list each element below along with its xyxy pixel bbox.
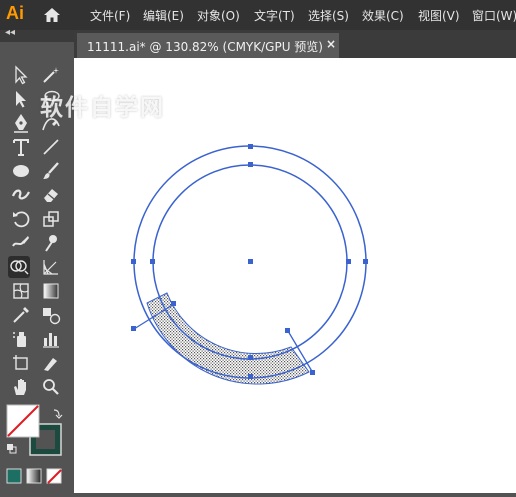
document-tab-bar: 11111.ai* @ 130.82% (CMYK/GPU 预览) × [74,30,516,58]
shaper-tool-icon[interactable] [10,184,32,206]
menu-object[interactable]: 对象(O) [197,7,240,24]
slice-tool-icon[interactable] [40,352,62,374]
curvature-tool-icon[interactable] [40,112,62,134]
ellipse-tool-icon[interactable] [10,160,32,182]
gradient-tool-icon[interactable] [40,280,62,302]
app-logo: Ai [6,3,24,23]
tools-panel-header[interactable]: ◂◂ [0,27,74,42]
lasso-tool-icon[interactable] [40,88,62,110]
eyedropper-tool-icon[interactable] [10,304,32,326]
menu-edit[interactable]: 编辑(E) [143,7,184,24]
menu-window[interactable]: 窗口(W) [472,7,516,24]
menu-type[interactable]: 文字(T) [254,7,295,24]
gradient-mode-button [26,468,42,484]
fill-stroke-widget[interactable] [6,404,66,464]
home-icon[interactable] [43,6,61,24]
menu-bar: Ai 文件(F) 编辑(E) 对象(O) 文字(T) 选择(S) 效果(C) 视… [0,0,516,30]
mesh-tool-icon[interactable] [10,280,32,302]
perspective-grid-tool-icon[interactable] [40,256,62,278]
warp-tool-icon[interactable] [10,232,32,254]
eraser-tool-icon[interactable] [40,184,62,206]
blend-tool-icon[interactable] [40,304,62,326]
tools-panel: ◂◂ [0,27,74,493]
paintbrush-tool-icon[interactable] [40,160,62,182]
menu-file[interactable]: 文件(F) [90,7,130,24]
pen-tool-icon[interactable] [10,112,32,134]
menu-view[interactable]: 视图(V) [418,7,460,24]
hand-tool-icon[interactable] [10,376,32,398]
collapse-toggle[interactable]: ◂◂ [5,27,15,38]
shape-builder-tool-icon[interactable] [8,256,30,278]
zoom-tool-icon[interactable] [40,376,62,398]
menu-select[interactable]: 选择(S) [308,7,349,24]
rotate-tool-icon[interactable] [10,208,32,230]
symbol-sprayer-tool-icon[interactable] [10,328,32,350]
line-segment-tool-icon[interactable] [40,136,62,158]
column-graph-tool-icon[interactable] [40,328,62,350]
magic-wand-tool-icon[interactable] [40,64,62,86]
menu-effect[interactable]: 效果(C) [362,7,404,24]
color-mode-button [6,468,22,484]
artboard-tool-icon[interactable] [10,352,32,374]
artboard-canvas[interactable] [74,58,516,493]
close-icon[interactable]: × [326,37,336,51]
document-tab[interactable]: 11111.ai* @ 130.82% (CMYK/GPU 预览) × [77,33,339,58]
type-tool-icon[interactable] [10,136,32,158]
document-tab-title: 11111.ai* @ 130.82% (CMYK/GPU 预览) [87,40,323,54]
puppet-warp-tool-icon[interactable] [40,232,62,254]
hatched-arc-segment [146,292,310,385]
color-mode-buttons [6,468,66,490]
selection-tool-icon[interactable] [10,64,32,86]
artwork [131,144,368,385]
scale-tool-icon[interactable] [40,208,62,230]
direct-selection-tool-icon[interactable] [10,88,32,110]
